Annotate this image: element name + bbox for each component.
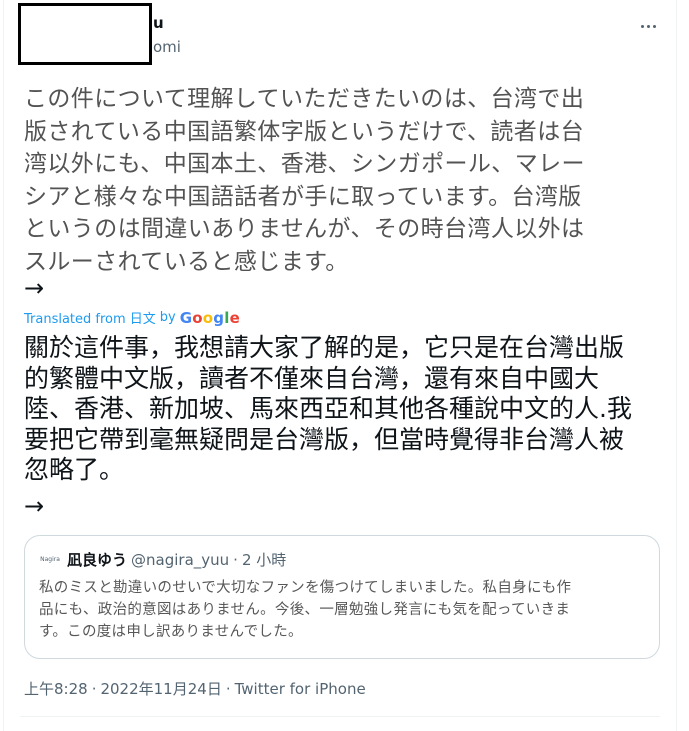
author-handle[interactable]: omi <box>153 38 181 56</box>
quoted-avatar[interactable]: Nagira <box>39 553 61 567</box>
tweet-header: u omi <box>4 0 676 80</box>
tweet-meta: 上午8:28 · 2022年11月24日 · Twitter for iPhon… <box>24 678 366 699</box>
tweet-time[interactable]: 上午8:28 <box>24 678 88 699</box>
divider <box>20 716 660 717</box>
translated-text: 關於這件事，我想請大家了解的是，它只是在台灣出版 的繁體中文版，讀者不僅來自台灣… <box>24 333 632 484</box>
author-name[interactable]: u <box>153 14 164 32</box>
separator-dot: · <box>233 550 238 569</box>
translated-by-label: by <box>159 310 176 325</box>
tweet-text: この件について理解していただきたいのは、台湾で出 版されている中国語繁体字版とい… <box>24 86 585 275</box>
tweet-detail: u omi この件について理解していただきたいのは、台湾で出 版されている中国語… <box>3 0 677 731</box>
quoted-author-name[interactable]: 凪良ゆう <box>67 549 127 570</box>
more-options-icon[interactable] <box>636 14 660 38</box>
tweet-source[interactable]: Twitter for iPhone <box>235 680 366 698</box>
right-arrow-icon: → <box>24 492 45 520</box>
google-logo: Google <box>179 308 240 327</box>
redaction-box <box>18 3 152 65</box>
tweet-date[interactable]: 2022年11月24日 <box>100 678 221 699</box>
quoted-tweet-text: 私のミスと勘違いのせいで大切なファンを傷つけてしまいました。私自身にも作 品にも… <box>39 580 572 640</box>
quoted-time[interactable]: 2 小時 <box>242 549 286 570</box>
right-arrow-icon: → <box>24 274 45 302</box>
separator-dot: · <box>91 679 97 698</box>
translation-attribution[interactable]: Translated from 日文 by Google <box>24 308 240 328</box>
quoted-tweet[interactable]: Nagira 凪良ゆう @nagira_yuu · 2 小時 私のミスと勘違いの… <box>24 535 660 659</box>
quoted-author-handle[interactable]: @nagira_yuu <box>131 551 229 569</box>
quoted-tweet-header: Nagira 凪良ゆう @nagira_yuu · 2 小時 <box>39 549 286 570</box>
translated-from-label[interactable]: Translated from 日文 <box>24 308 156 327</box>
separator-dot: · <box>225 679 231 698</box>
